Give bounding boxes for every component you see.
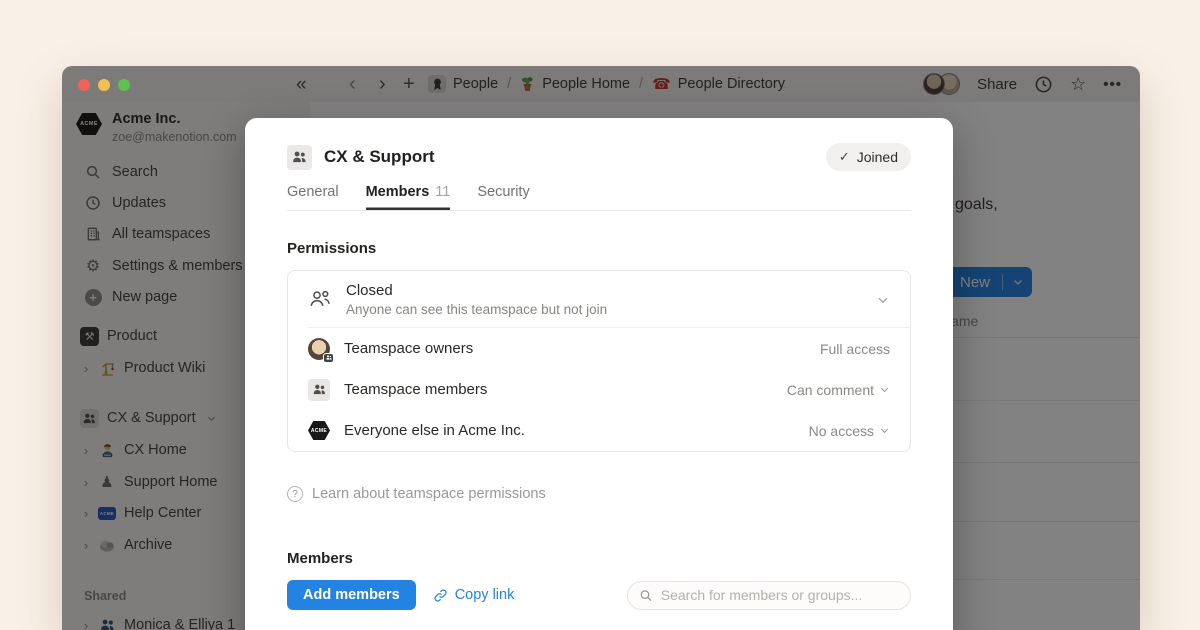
app-window: « ‹ › + People / People Home / ☎ People … bbox=[62, 66, 1140, 630]
tab-general[interactable]: General bbox=[287, 184, 339, 210]
acme-logo-icon: ACME bbox=[308, 421, 330, 440]
minimize-window-icon[interactable] bbox=[98, 79, 110, 91]
chevron-down-icon bbox=[879, 384, 890, 395]
window-controls bbox=[78, 79, 130, 91]
permission-group-name: Teamspace owners bbox=[344, 340, 473, 357]
people-badge-icon bbox=[308, 379, 330, 401]
access-level-dropdown[interactable]: Can comment bbox=[787, 382, 890, 398]
access-level-dropdown[interactable]: No access bbox=[809, 423, 890, 439]
members-search-input[interactable] bbox=[661, 587, 899, 603]
permission-group-name: Everyone else in Acme Inc. bbox=[344, 422, 525, 439]
access-level: Full access bbox=[820, 341, 890, 357]
copy-link-label: Copy link bbox=[455, 587, 515, 603]
question-circle-icon: ? bbox=[287, 486, 303, 502]
learn-link-label: Learn about teamspace permissions bbox=[312, 486, 546, 502]
access-setting-title: Closed bbox=[346, 282, 607, 299]
group-mini-icon bbox=[323, 353, 334, 363]
chevron-down-icon bbox=[879, 425, 890, 436]
permission-row-everyone[interactable]: ACME Everyone else in Acme Inc. No acces… bbox=[288, 410, 910, 451]
owners-avatar bbox=[308, 338, 330, 360]
teamspace-people-icon bbox=[287, 145, 312, 170]
close-window-icon[interactable] bbox=[78, 79, 90, 91]
modal-tabs: General Members 11 Security bbox=[287, 184, 911, 211]
joined-label: Joined bbox=[857, 149, 898, 165]
access-setting-select[interactable]: Closed Anyone can see this teamspace but… bbox=[288, 271, 910, 327]
members-heading: Members bbox=[287, 550, 353, 567]
members-toolbar: Add members Copy link bbox=[287, 580, 911, 610]
permission-row-members[interactable]: Teamspace members Can comment bbox=[288, 369, 910, 410]
members-count-badge: 11 bbox=[435, 184, 450, 200]
teamspace-settings-modal: CX & Support ✓ Joined General Members 11… bbox=[245, 118, 953, 630]
add-members-button[interactable]: Add members bbox=[287, 580, 416, 610]
permissions-heading: Permissions bbox=[287, 240, 376, 257]
check-icon: ✓ bbox=[839, 149, 850, 165]
search-icon bbox=[639, 588, 653, 603]
chevron-down-icon[interactable] bbox=[876, 293, 890, 307]
joined-button[interactable]: ✓ Joined bbox=[826, 143, 911, 171]
members-search-field[interactable] bbox=[627, 581, 911, 610]
modal-header: CX & Support ✓ Joined bbox=[287, 143, 911, 171]
permission-row-owners[interactable]: Teamspace owners Full access bbox=[288, 328, 910, 369]
people-outline-icon bbox=[308, 288, 332, 312]
learn-permissions-link[interactable]: ? Learn about teamspace permissions bbox=[287, 486, 546, 502]
page: { "glyphs": { "collapse": "«", "back": "… bbox=[0, 0, 1200, 630]
permission-group-name: Teamspace members bbox=[344, 381, 487, 398]
tab-members[interactable]: Members 11 bbox=[366, 184, 451, 210]
access-setting-description: Anyone can see this teamspace but not jo… bbox=[346, 302, 607, 317]
copy-link-button[interactable]: Copy link bbox=[433, 587, 515, 603]
modal-title: CX & Support bbox=[324, 147, 435, 167]
permissions-card: Closed Anyone can see this teamspace but… bbox=[287, 270, 911, 452]
link-icon bbox=[433, 588, 448, 603]
tab-security[interactable]: Security bbox=[477, 184, 529, 210]
zoom-window-icon[interactable] bbox=[118, 79, 130, 91]
